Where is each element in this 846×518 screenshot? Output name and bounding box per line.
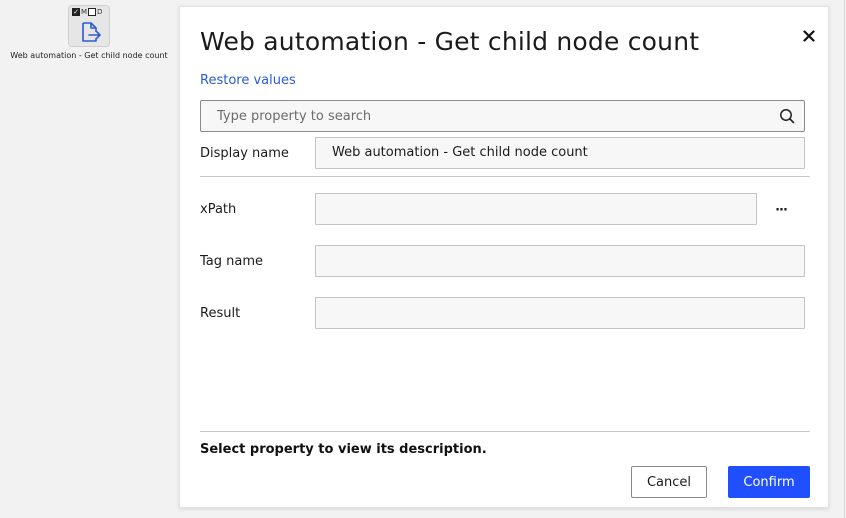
canvas-divider	[844, 0, 845, 518]
flag-d-checkbox[interactable]	[88, 8, 97, 16]
display-name-field[interactable]: Web automation - Get child node count	[315, 137, 805, 169]
flag-m-checkbox[interactable]: ✓	[72, 8, 80, 16]
workflow-node[interactable]: ✓ M D Web automation - Get child node co…	[0, 0, 178, 70]
xpath-label: xPath	[200, 202, 237, 217]
search-input[interactable]	[201, 101, 771, 131]
confirm-button[interactable]: Confirm	[728, 466, 810, 498]
restore-values-link[interactable]: Restore values	[200, 73, 296, 88]
xpath-field[interactable]	[315, 193, 757, 225]
close-icon	[803, 30, 815, 42]
property-search[interactable]	[200, 100, 805, 132]
search-icon[interactable]	[779, 108, 795, 124]
properties-dialog: Web automation - Get child node count Re…	[179, 6, 829, 508]
cancel-button[interactable]: Cancel	[631, 466, 707, 498]
result-label: Result	[200, 306, 241, 321]
tag-name-field[interactable]	[315, 245, 805, 277]
node-flags: ✓ M D	[72, 8, 102, 16]
node-card[interactable]: ✓ M D	[68, 5, 110, 47]
node-label: Web automation - Get child node count	[10, 51, 168, 60]
flag-d-label: D	[97, 8, 103, 16]
dialog-title: Web automation - Get child node count	[200, 27, 700, 56]
property-description: Select property to view its description.	[200, 442, 487, 457]
xpath-browse-button[interactable]: ···	[770, 203, 792, 218]
close-button[interactable]	[800, 27, 818, 45]
result-field[interactable]	[315, 297, 805, 329]
description-divider	[200, 431, 810, 432]
flag-m-label: M	[81, 8, 88, 16]
display-name-label: Display name	[200, 146, 289, 161]
file-export-icon	[82, 22, 101, 42]
properties-divider	[200, 176, 810, 177]
tag-name-label: Tag name	[200, 254, 264, 269]
